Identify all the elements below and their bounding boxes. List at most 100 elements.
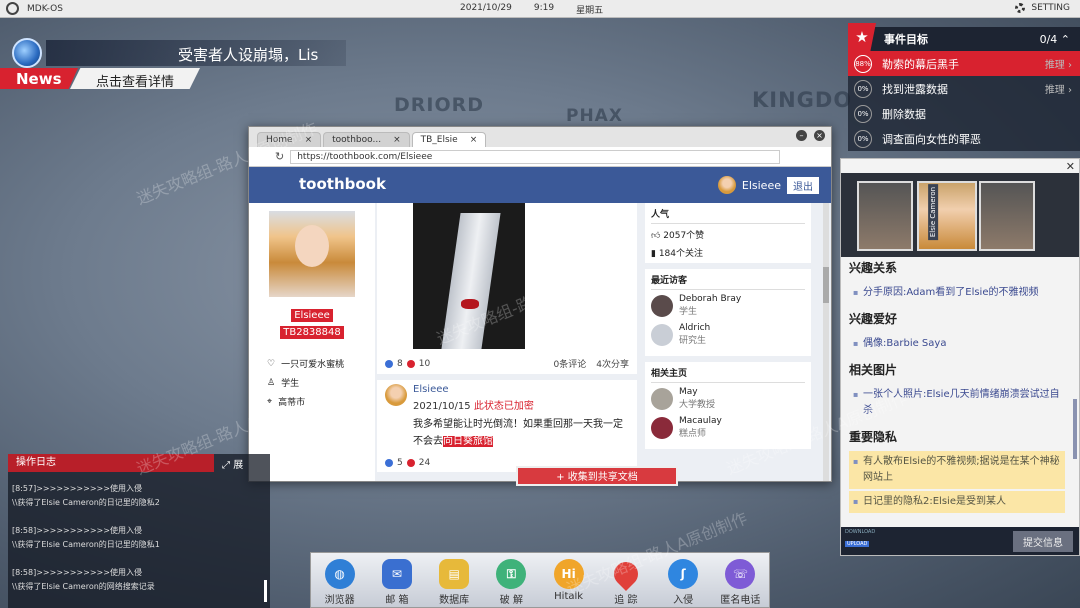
- submit-info-button[interactable]: 提交信息: [1013, 531, 1073, 552]
- post-date: 2021/10/15: [413, 401, 471, 412]
- visitor-item[interactable]: Deborah Bray 学生: [651, 294, 805, 317]
- tab-toothbook[interactable]: toothboo... ×: [323, 132, 410, 147]
- news-ticker[interactable]: 受害者人设崩塌，Lis News 点击查看详情: [0, 38, 346, 90]
- browser-window: Home × toothboo... × TB_Elsie × – × ↻ https…: [248, 126, 832, 482]
- visitor-item[interactable]: Aldrich 研究生: [651, 323, 805, 346]
- profile-city-text: 高蒂市: [278, 398, 306, 408]
- post-avatar: [385, 384, 407, 406]
- news-headline: 受害者人设崩塌，Lis: [46, 40, 346, 66]
- dossier-scroll-thumb[interactable]: [1073, 399, 1077, 459]
- clue-item[interactable]: 有人散布Elsie的不雅视频;据说是在某个神秘网站上: [849, 451, 1065, 489]
- related-item[interactable]: May 大学教授: [651, 387, 805, 410]
- scroll-thumb[interactable]: [823, 267, 829, 303]
- address-bar: ↻ https://toothbook.com/Elsieee: [249, 147, 831, 167]
- close-tab-icon[interactable]: ×: [470, 135, 478, 145]
- dossier-footer: DOWNLOAD UPLOAD 提交信息: [841, 527, 1079, 555]
- like-icon[interactable]: [385, 459, 393, 467]
- profile-panel: Elsieee TB2838848 ♡ 一只可爱水蜜桃 ♙ 学生 ⌖ 高蒂市: [249, 203, 375, 481]
- dock-app-browser[interactable]: ◍ 浏览器: [315, 559, 365, 606]
- clue-item[interactable]: 分手原因:Adam看到了Elsie的不雅视频: [849, 282, 1065, 304]
- setting-button[interactable]: SETTING: [1015, 3, 1070, 13]
- log-expand-button[interactable]: ⤢ 展: [222, 456, 243, 471]
- close-tab-icon[interactable]: ×: [305, 135, 313, 145]
- objective-item[interactable]: 0% 找到泄露数据 推理 ›: [848, 76, 1080, 101]
- objective-label: 调查面向女性的罪恶: [882, 132, 981, 146]
- objective-item[interactable]: 88% 勒索的幕后黑手 推理 ›: [848, 51, 1080, 76]
- logout-button[interactable]: 退出: [787, 176, 819, 194]
- like-icon[interactable]: [385, 359, 393, 368]
- related-avatar: [651, 416, 673, 439]
- objective-label: 删除数据: [882, 107, 926, 121]
- page-scrollbar[interactable]: [823, 203, 829, 481]
- close-icon[interactable]: ✕: [1066, 160, 1075, 173]
- heart-icon[interactable]: [406, 459, 415, 467]
- wrist-photo[interactable]: [413, 203, 525, 349]
- log-line: [8:58]>>>>>>>>>>>使用入侵: [12, 526, 142, 535]
- heart-icon[interactable]: [406, 359, 415, 368]
- profile-job-text: 学生: [281, 379, 300, 389]
- app-label: 追 踪: [614, 595, 638, 606]
- heart-outline-icon: ♡: [267, 358, 276, 369]
- character-photo[interactable]: [979, 181, 1035, 251]
- comment-count[interactable]: 0条评论: [554, 357, 587, 370]
- app-label: 破 解: [499, 595, 523, 606]
- news-detail-button[interactable]: 点击查看详情: [70, 68, 200, 89]
- related-item[interactable]: Macaulay 糕点师: [651, 416, 805, 439]
- clue-item[interactable]: 一张个人照片:Elsie几天前情绪崩溃尝试过自杀: [849, 384, 1065, 422]
- heart-count: 24: [418, 458, 431, 468]
- post-text: 我多希望能让时光倒流！如果重回那一天我一定不会去向日葵旅馆: [385, 416, 629, 450]
- download-label: DOWNLOAD: [845, 529, 876, 535]
- character-dossier-panel: ✕ Elsie Cameron 兴趣关系分手原因:Adam看到了Elsie的不雅…: [840, 158, 1080, 556]
- events-count[interactable]: 0/4 ⌃: [1040, 33, 1070, 46]
- visitor-name: Deborah Bray: [679, 294, 742, 304]
- collect-to-shared-doc-button[interactable]: + 收集到共享文档: [516, 466, 678, 486]
- objective-progress: 0%: [854, 129, 872, 148]
- log-line: [8:57]>>>>>>>>>>>使用入侵: [12, 484, 142, 493]
- visitor-avatar: [651, 323, 673, 346]
- dossier-content: 兴趣关系分手原因:Adam看到了Elsie的不雅视频 兴趣爱好偶像:Barbie…: [841, 259, 1073, 529]
- app-label: 邮 箱: [385, 595, 409, 606]
- tab-tb-elsie[interactable]: TB_Elsie ×: [411, 132, 487, 147]
- image-section: 相关图片一张个人照片:Elsie几天前情绪崩溃尝试过自杀: [849, 361, 1065, 422]
- dock-app-crack[interactable]: ⚿ 破 解: [486, 559, 536, 606]
- clue-item[interactable]: 偶像:Barbie Saya: [849, 333, 1065, 355]
- visitors-card: 最近访客 Deborah Bray 学生 Aldrich 研究生: [645, 269, 811, 356]
- events-title: 事件目标: [884, 33, 928, 46]
- objective-item[interactable]: 0% 调查面向女性的罪恶: [848, 126, 1080, 151]
- post-status: Elsieee 2021/10/15 此状态已加密 我多希望能让时光倒流！如果重…: [377, 380, 637, 472]
- related-name: May: [679, 387, 698, 397]
- dock-app-anonymous-call[interactable]: ☏ 匿名电话: [715, 559, 765, 606]
- log-title: 操作日志: [8, 454, 214, 472]
- minimize-icon[interactable]: –: [796, 130, 807, 141]
- post-author[interactable]: Elsieee: [413, 384, 534, 395]
- clue-item[interactable]: 日记里的隐私2:Elsie是受到某人: [849, 491, 1065, 513]
- site-logo[interactable]: toothbook: [299, 175, 386, 193]
- deduce-hint[interactable]: 推理 ›: [1045, 81, 1072, 96]
- section-title: 相关图片: [849, 363, 898, 377]
- objective-item[interactable]: 0% 删除数据: [848, 101, 1080, 126]
- dock-app-track[interactable]: 追 踪: [601, 557, 651, 606]
- deduce-hint[interactable]: 推理 ›: [1045, 56, 1072, 71]
- log-line: \\获得了Elsie Cameron的日记里的隐私2: [12, 498, 160, 507]
- date-text: 2021/10/29: [460, 3, 512, 13]
- app-label: 入侵: [673, 595, 694, 606]
- app-label: 数据库: [439, 595, 470, 606]
- tab-home[interactable]: Home ×: [257, 132, 322, 147]
- dock-app-database[interactable]: ▤ 数据库: [429, 559, 479, 606]
- dock-app-intrude[interactable]: ʃ 入侵: [658, 559, 708, 606]
- highlight-keyword[interactable]: 向日葵旅馆: [443, 436, 493, 447]
- character-photo[interactable]: [857, 181, 913, 251]
- hint-text: 推理: [1044, 85, 1065, 96]
- dock-app-hitalk[interactable]: Hi Hitalk: [544, 559, 594, 602]
- character-photo-elsie[interactable]: Elsie Cameron: [917, 181, 977, 251]
- visitor-avatar: [651, 294, 673, 317]
- share-count[interactable]: 4次分享: [596, 357, 629, 370]
- url-input[interactable]: https://toothbook.com/Elsieee: [290, 149, 781, 164]
- close-tab-icon[interactable]: ×: [393, 135, 401, 145]
- dock-app-mail[interactable]: ✉ 邮 箱: [372, 559, 422, 606]
- profile-id: TB2838848: [280, 326, 344, 339]
- refresh-icon[interactable]: ↻: [275, 150, 284, 163]
- objective-label: 找到泄露数据: [882, 82, 948, 96]
- log-scroll-thumb[interactable]: [264, 580, 267, 602]
- close-icon[interactable]: ×: [814, 130, 825, 141]
